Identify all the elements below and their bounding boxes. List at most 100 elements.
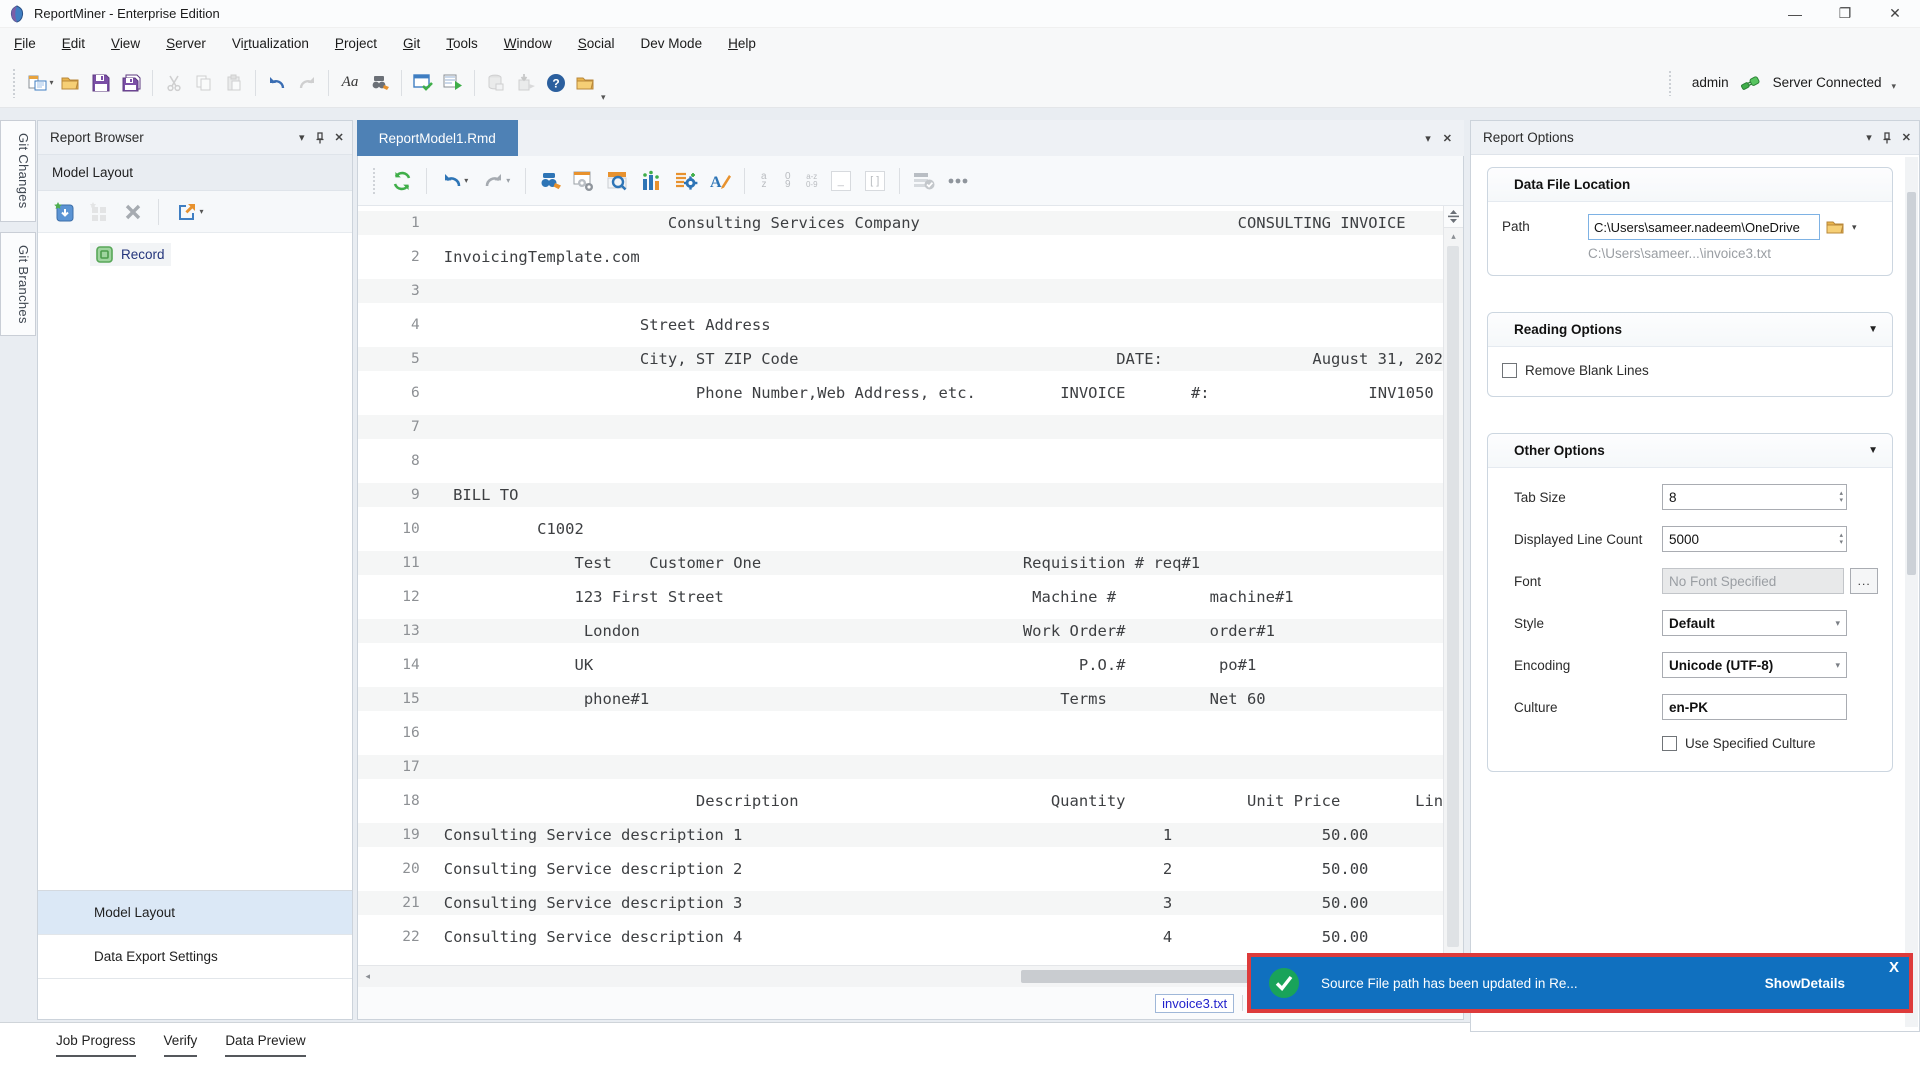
pin-icon[interactable]	[1882, 132, 1892, 144]
more-options-button[interactable]	[942, 165, 974, 197]
side-tab-git-changes[interactable]: Git Changes	[0, 120, 36, 222]
redo-button[interactable]	[292, 68, 322, 98]
notification-toast[interactable]: Source File path has been updated in Re.…	[1247, 953, 1913, 1013]
save-all-button[interactable]	[116, 68, 146, 98]
editor-line[interactable]: 2InvoicingTemplate.com	[358, 240, 1443, 274]
show-details-button[interactable]: ShowDetails	[1765, 976, 1845, 991]
toolbar-drag-handle[interactable]	[1668, 70, 1672, 96]
collapse-icon[interactable]: ▼	[1868, 324, 1878, 335]
close-document-icon[interactable]: ✕	[1443, 132, 1452, 145]
toolbar-drag-handle[interactable]	[12, 68, 16, 98]
spinner-icons[interactable]: ▴▾	[1839, 529, 1843, 549]
spinner-icons[interactable]: ▴▾	[1839, 487, 1843, 507]
add-region-button[interactable]	[84, 197, 114, 227]
preview-data-button[interactable]	[602, 165, 634, 197]
toolbar-drag-handle[interactable]	[372, 167, 376, 195]
verify-window-button[interactable]	[408, 68, 438, 98]
close-panel-icon[interactable]: ✕	[335, 131, 344, 144]
copy-button[interactable]	[189, 68, 219, 98]
scrollbar-thumb[interactable]	[1021, 970, 1253, 983]
find-button[interactable]	[365, 68, 395, 98]
sort-numeric-button[interactable]: 09	[777, 165, 799, 197]
remove-blank-lines-checkbox[interactable]	[1502, 363, 1517, 378]
editor-line[interactable]: 9BILL TO	[358, 478, 1443, 512]
editor-line[interactable]: 17	[358, 750, 1443, 784]
toast-close-icon[interactable]: X	[1889, 959, 1899, 976]
help-button[interactable]: ?	[541, 68, 571, 98]
menu-tools[interactable]: Tools	[446, 36, 478, 51]
auto-create-fields-button[interactable]	[568, 165, 600, 197]
menu-view[interactable]: View	[111, 36, 140, 51]
style-select[interactable]: Default ▾	[1662, 610, 1847, 636]
editor-line[interactable]: 5City, ST ZIP CodeDATE:August 31, 2021	[358, 342, 1443, 376]
tab-list-icon[interactable]: ▾	[1425, 132, 1431, 145]
minimize-button[interactable]: —	[1770, 0, 1820, 27]
editor-line[interactable]: 16	[358, 716, 1443, 750]
nav-item-data-export-settings[interactable]: Data Export Settings	[38, 935, 352, 979]
pin-icon[interactable]	[315, 132, 325, 144]
editor-text-content[interactable]: 1Consulting Services CompanyCONSULTING I…	[358, 206, 1443, 965]
find-button[interactable]	[534, 165, 566, 197]
editor-vertical-scrollbar[interactable]: ▴ ▾	[1443, 206, 1463, 965]
font-format-button[interactable]: A	[704, 165, 736, 197]
database-save-button[interactable]	[481, 68, 511, 98]
font-options-button[interactable]: Aa	[335, 68, 365, 98]
menu-git[interactable]: Git	[403, 36, 420, 51]
delete-node-button[interactable]	[118, 197, 148, 227]
redo-caret-icon[interactable]: ▾	[506, 176, 510, 185]
undo-button[interactable]	[262, 68, 292, 98]
editor-line[interactable]: 11TestCustomer OneRequisition # req#1	[358, 546, 1443, 580]
source-file-chip[interactable]: invoice3.txt	[1155, 994, 1234, 1013]
brackets-toggle-button[interactable]: [ ]	[859, 165, 891, 197]
refresh-button[interactable]	[386, 165, 418, 197]
statistics-button[interactable]	[636, 165, 668, 197]
maximize-button[interactable]: ❐	[1820, 0, 1870, 27]
editor-line[interactable]: 1Consulting Services CompanyCONSULTING I…	[358, 206, 1443, 240]
font-browse-button[interactable]: ...	[1850, 568, 1878, 594]
panel-scrollbar[interactable]	[1905, 157, 1918, 1027]
dropdown-caret-icon[interactable]: ▾	[1835, 660, 1840, 671]
menu-social[interactable]: Social	[578, 36, 615, 51]
path-input[interactable]: C:\Users\sameer.nadeem\OneDrive	[1588, 214, 1820, 240]
open-file-button[interactable]	[56, 68, 86, 98]
menu-project[interactable]: Project	[335, 36, 377, 51]
path-options-caret-icon[interactable]: ▾	[1852, 222, 1857, 233]
menu-file[interactable]: File	[14, 36, 36, 51]
sort-alpha-button[interactable]: az	[753, 165, 775, 197]
open-project-button[interactable]	[571, 68, 601, 98]
menu-server[interactable]: Server	[166, 36, 206, 51]
save-button[interactable]	[86, 68, 116, 98]
scroll-up-icon[interactable]: ▴	[1451, 228, 1456, 244]
panel-menu-icon[interactable]: ▾	[299, 131, 305, 144]
editor-line[interactable]: 8	[358, 444, 1443, 478]
tab-reportmodel1[interactable]: ReportModel1.Rmd	[357, 120, 518, 156]
validate-list-button[interactable]	[908, 165, 940, 197]
toolbar-overflow-icon[interactable]: ▾	[601, 92, 606, 107]
editor-line[interactable]: 4Street Address	[358, 308, 1443, 342]
whitespace-toggle-button[interactable]: _	[825, 165, 857, 197]
import-button[interactable]	[511, 68, 541, 98]
browse-folder-button[interactable]	[1820, 214, 1852, 240]
editor-line[interactable]: 20Consulting Service description 2250.00	[358, 852, 1443, 886]
tree-item-record[interactable]: Record	[90, 243, 171, 266]
menu-help[interactable]: Help	[728, 36, 756, 51]
new-report-caret-icon[interactable]: ▾	[49, 78, 53, 87]
new-report-button[interactable]: ▾	[26, 68, 56, 98]
panel-menu-icon[interactable]: ▾	[1866, 131, 1872, 144]
cut-button[interactable]	[159, 68, 189, 98]
editor-line[interactable]: 13LondonWork Order#order#1	[358, 614, 1443, 648]
editor-line[interactable]: 7	[358, 410, 1443, 444]
scrollbar-thumb[interactable]	[1447, 246, 1459, 947]
menu-virtualization[interactable]: Virtualization	[232, 36, 309, 51]
menu-window[interactable]: Window	[504, 36, 552, 51]
encoding-select[interactable]: Unicode (UTF-8) ▾	[1662, 652, 1847, 678]
editor-line[interactable]: 12123 First StreetMachine #machine#1	[358, 580, 1443, 614]
scroll-left-icon[interactable]: ◂	[358, 971, 378, 982]
splitter-handle-icon[interactable]	[1444, 206, 1463, 228]
close-button[interactable]: ✕	[1870, 0, 1920, 27]
dropdown-caret-icon[interactable]: ▾	[1835, 618, 1840, 629]
editor-line[interactable]: 18DescriptionQuantityUnit PriceLine Tota…	[358, 784, 1443, 818]
sort-alphanumeric-button[interactable]: a-z0-9	[801, 165, 823, 197]
undo-button[interactable]: ▾	[435, 165, 475, 197]
editor-line[interactable]: 6Phone Number,Web Address, etc.INVOICE#:…	[358, 376, 1443, 410]
